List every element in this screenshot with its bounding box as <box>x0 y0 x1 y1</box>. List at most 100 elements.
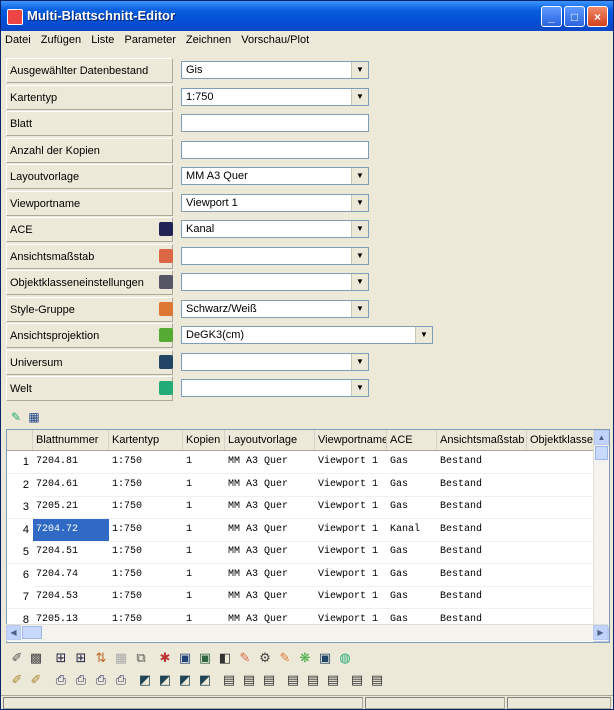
export-5-icon[interactable]: ▤ <box>305 672 321 688</box>
dropdown-arrow-icon[interactable]: ▼ <box>351 380 368 396</box>
column-header[interactable]: Blattnummer <box>33 430 109 450</box>
table-cell[interactable]: 1:750 <box>109 564 183 586</box>
table-cell[interactable]: Bestand <box>437 451 527 473</box>
table-cell[interactable]: MM A3 Quer <box>225 586 315 608</box>
dropdown-arrow-icon[interactable]: ▼ <box>351 221 368 237</box>
title-bar[interactable]: Multi-Blattschnitt-Editor _ □ × <box>1 1 613 31</box>
table-cell[interactable]: Gas <box>387 451 437 473</box>
table-cell[interactable] <box>527 586 599 608</box>
menu-vorschau-plot[interactable]: Vorschau/Plot <box>237 31 312 46</box>
dropdown-arrow-icon[interactable]: ▼ <box>351 353 368 370</box>
edit-pencil-icon[interactable]: ✎ <box>9 410 23 424</box>
ansichtsmassstab-icon[interactable]: ✎ <box>237 650 253 666</box>
preview-4-icon[interactable]: ◩ <box>197 672 213 688</box>
field-dropdown-10[interactable]: DeGK3(cm) ▼ <box>181 326 433 344</box>
column-header[interactable]: Ansichtsmaßstab <box>437 430 527 450</box>
table-cell[interactable]: Bestand <box>437 586 527 608</box>
menu-zufuegen[interactable]: Zufügen <box>37 31 84 46</box>
table-row[interactable]: 1 7204.81 1:750 1 MM A3 Quer Viewport 1 Gas Bes… <box>7 451 599 474</box>
scroll-right-arrow[interactable]: ▶ <box>593 625 608 640</box>
draw-alt-icon[interactable]: ✐ <box>28 672 44 688</box>
row-number[interactable]: 5 <box>7 541 33 563</box>
dropdown-arrow-icon[interactable]: ▼ <box>351 168 368 184</box>
horizontal-scrollbar[interactable]: ◀ ▶ <box>6 624 608 641</box>
field-dropdown-0[interactable]: Gis ▼ <box>181 61 369 79</box>
field-dropdown-5[interactable]: Viewport 1 ▼ <box>181 193 369 212</box>
table-cell[interactable]: Gas <box>387 564 437 586</box>
plot-alt-icon[interactable]: ⎙ <box>113 672 129 688</box>
field-dropdown-9[interactable]: Schwarz/Weiß ▼ <box>181 299 369 318</box>
preview-2-icon[interactable]: ◩ <box>157 672 173 688</box>
map-icon[interactable]: ▣ <box>177 650 193 666</box>
table-cell[interactable]: 1:750 <box>109 451 183 473</box>
table-cell[interactable]: 7204.74 <box>33 564 109 586</box>
preview-3-icon[interactable]: ◩ <box>177 672 193 688</box>
table-cell[interactable]: Viewport 1 <box>315 541 387 563</box>
table-cell[interactable]: Bestand <box>437 564 527 586</box>
table-cell[interactable]: Viewport 1 <box>315 496 387 518</box>
projektion-icon[interactable]: ❋ <box>297 650 313 666</box>
column-header[interactable]: Viewportname <box>315 430 387 450</box>
field-dropdown-1[interactable]: 1:750 ▼ <box>181 87 369 106</box>
table-cell[interactable] <box>527 519 599 541</box>
table-cell[interactable]: Viewport 1 <box>315 451 387 473</box>
row-number[interactable]: 7 <box>7 586 33 608</box>
table-cell[interactable]: 1:750 <box>109 474 183 496</box>
table-cell[interactable]: 7204.51 <box>33 541 109 563</box>
row-number[interactable]: 4 <box>7 518 33 541</box>
table-row[interactable]: 6 7204.74 1:750 1 MM A3 Quer Viewport 1 Gas Bes… <box>7 563 599 587</box>
field-input-2[interactable] <box>181 114 369 132</box>
export-6-icon[interactable]: ▤ <box>325 672 341 688</box>
table-cell[interactable]: MM A3 Quer <box>225 564 315 586</box>
table-cell[interactable]: 1 <box>183 519 225 541</box>
field-dropdown-11[interactable]: ▼ <box>181 352 369 371</box>
field-input-3[interactable] <box>181 140 369 159</box>
table-cell[interactable]: 1:750 <box>109 586 183 608</box>
universum-icon[interactable]: ▣ <box>317 650 333 666</box>
dropdown-arrow-icon[interactable]: ▼ <box>351 247 368 264</box>
copy-icon[interactable]: ⧉ <box>133 650 149 666</box>
table-cell[interactable]: 7204.72 <box>33 518 109 541</box>
row-number[interactable]: 6 <box>7 563 33 586</box>
minimize-button[interactable]: _ <box>541 6 562 27</box>
print-alt-icon[interactable]: ⎙ <box>73 672 89 688</box>
menu-parameter[interactable]: Parameter <box>121 31 179 46</box>
table-cell[interactable]: 1 <box>183 541 225 563</box>
field-dropdown-12[interactable]: ▼ <box>181 379 369 397</box>
print-icon[interactable]: ⎙ <box>53 672 69 688</box>
table-row[interactable]: 7 7204.53 1:750 1 MM A3 Quer Viewport 1 Gas Bes… <box>7 586 599 609</box>
table-cell[interactable]: 1:750 <box>109 496 183 518</box>
table-cell[interactable]: Bestand <box>437 496 527 518</box>
field-dropdown-4[interactable]: MM A3 Quer ▼ <box>181 167 369 185</box>
table-insert-icon[interactable]: ⊞ <box>53 650 69 666</box>
row-number[interactable]: 2 <box>7 473 33 496</box>
field-dropdown-7[interactable]: ▼ <box>181 246 369 265</box>
export-4-icon[interactable]: ▤ <box>285 672 301 688</box>
style-gruppe-icon[interactable]: ✎ <box>277 650 293 666</box>
table-cell[interactable]: MM A3 Quer <box>225 451 315 473</box>
field-dropdown-6[interactable]: Kanal ▼ <box>181 220 369 238</box>
table-cell[interactable] <box>527 451 599 473</box>
column-header[interactable]: Kartentyp <box>109 430 183 450</box>
horizontal-scroll-thumb[interactable] <box>22 626 42 639</box>
table-cell[interactable]: Bestand <box>437 519 527 541</box>
close-button[interactable]: × <box>587 6 608 27</box>
hatch-icon[interactable]: ▩ <box>28 650 44 666</box>
row-number[interactable]: 1 <box>7 451 33 473</box>
objektklassen-icon[interactable]: ⚙ <box>257 650 273 666</box>
export-2-icon[interactable]: ▤ <box>241 672 257 688</box>
export-3-icon[interactable]: ▤ <box>261 672 277 688</box>
table-cell[interactable] <box>527 541 599 563</box>
table-cell[interactable]: Gas <box>387 496 437 518</box>
dropdown-arrow-icon[interactable]: ▼ <box>351 62 368 78</box>
table-cell[interactable]: 1 <box>183 474 225 496</box>
table-cell[interactable]: 1 <box>183 564 225 586</box>
preview-1-icon[interactable]: ◩ <box>137 672 153 688</box>
dropdown-arrow-icon[interactable]: ▼ <box>351 194 368 211</box>
table-cell[interactable]: 1 <box>183 586 225 608</box>
table-cell[interactable]: MM A3 Quer <box>225 474 315 496</box>
table-cell[interactable]: 1 <box>183 451 225 473</box>
menu-liste[interactable]: Liste <box>87 31 117 46</box>
scroll-up-arrow[interactable]: ▲ <box>594 430 609 445</box>
dropdown-arrow-icon[interactable]: ▼ <box>351 300 368 317</box>
